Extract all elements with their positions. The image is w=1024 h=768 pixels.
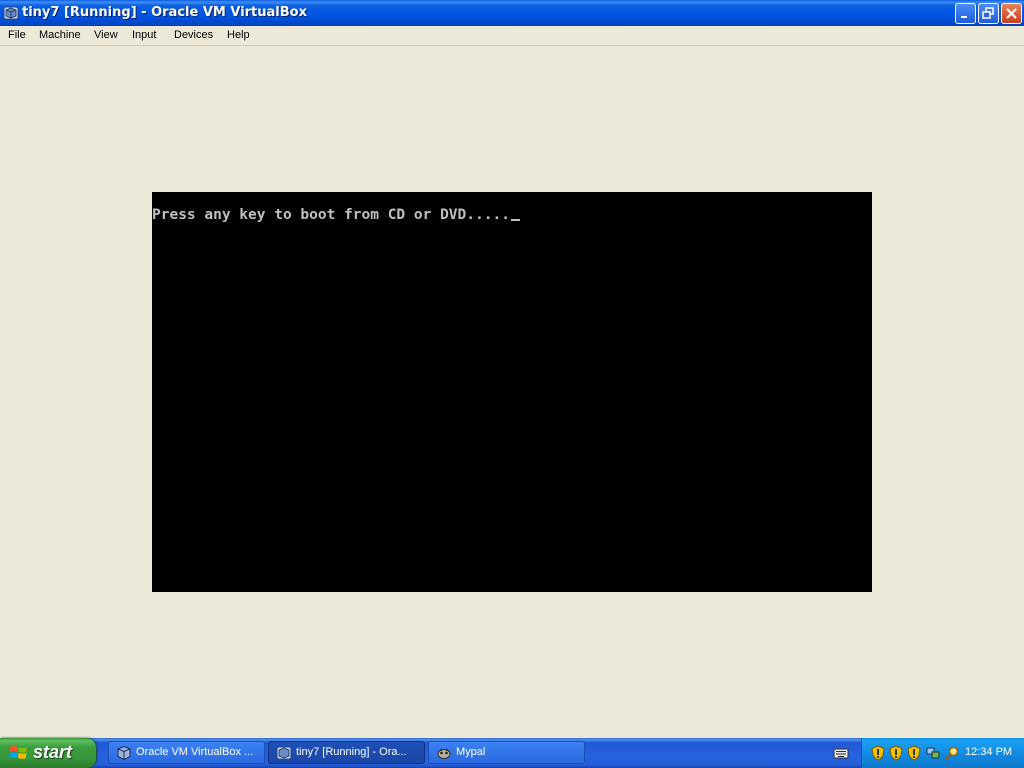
taskbar: start Oracle VM VirtualBox ... tiny7 [Ru… bbox=[0, 738, 1024, 768]
menu-view[interactable]: View bbox=[94, 29, 118, 41]
boot-message: Press any key to boot from CD or DVD....… bbox=[152, 207, 510, 223]
menu-file[interactable]: File bbox=[8, 29, 26, 41]
start-button[interactable]: start bbox=[0, 738, 96, 768]
taskbar-button-virtualbox-manager[interactable]: Oracle VM VirtualBox ... bbox=[108, 741, 265, 764]
virtualbox-icon bbox=[3, 6, 19, 20]
virtualbox-icon bbox=[117, 745, 131, 761]
keyboard-language-icon[interactable] bbox=[833, 745, 849, 761]
menu-help[interactable]: Help bbox=[227, 29, 250, 41]
minimize-button[interactable] bbox=[955, 3, 976, 24]
restore-icon bbox=[982, 7, 994, 19]
clock[interactable]: 12:34 PM bbox=[965, 746, 1012, 758]
close-icon bbox=[1006, 8, 1017, 19]
boot-message-line: Press any key to boot from CD or DVD....… bbox=[152, 207, 520, 223]
menu-input[interactable]: Input bbox=[132, 29, 156, 41]
title-bar[interactable]: tiny7 [Running] - Oracle VM VirtualBox bbox=[0, 0, 1024, 26]
vm-display[interactable]: Press any key to boot from CD or DVD....… bbox=[152, 192, 872, 592]
virtualbox-window: tiny7 [Running] - Oracle VM VirtualBox F… bbox=[0, 0, 1024, 738]
close-button[interactable] bbox=[1001, 3, 1022, 24]
security-shield-icon[interactable] bbox=[871, 745, 885, 761]
menu-machine[interactable]: Machine bbox=[39, 29, 81, 41]
menu-bar: File Machine View Input Devices Help bbox=[0, 26, 1024, 46]
restore-button[interactable] bbox=[978, 3, 999, 24]
taskbar-button-label: Mypal bbox=[456, 746, 486, 758]
minimize-icon bbox=[961, 16, 967, 18]
taskbar-button-mypal[interactable]: Mypal bbox=[428, 741, 585, 764]
taskbar-button-label: Oracle VM VirtualBox ... bbox=[136, 746, 254, 758]
system-tray: 12:34 PM bbox=[861, 738, 1024, 768]
vm-window-icon bbox=[276, 746, 292, 760]
security-shield-icon[interactable] bbox=[889, 745, 903, 761]
network-icon[interactable] bbox=[925, 745, 941, 761]
window-title: tiny7 [Running] - Oracle VM VirtualBox bbox=[22, 5, 307, 20]
search-icon[interactable] bbox=[944, 745, 960, 761]
security-shield-icon[interactable] bbox=[907, 745, 921, 761]
menu-devices[interactable]: Devices bbox=[174, 29, 213, 41]
text-cursor bbox=[510, 219, 520, 221]
taskbar-button-label: tiny7 [Running] - Ora... bbox=[296, 746, 407, 758]
windows-logo-icon bbox=[9, 746, 27, 759]
mypal-icon bbox=[437, 748, 451, 759]
taskbar-button-tiny7[interactable]: tiny7 [Running] - Ora... bbox=[268, 741, 425, 764]
start-label: start bbox=[33, 742, 73, 762]
